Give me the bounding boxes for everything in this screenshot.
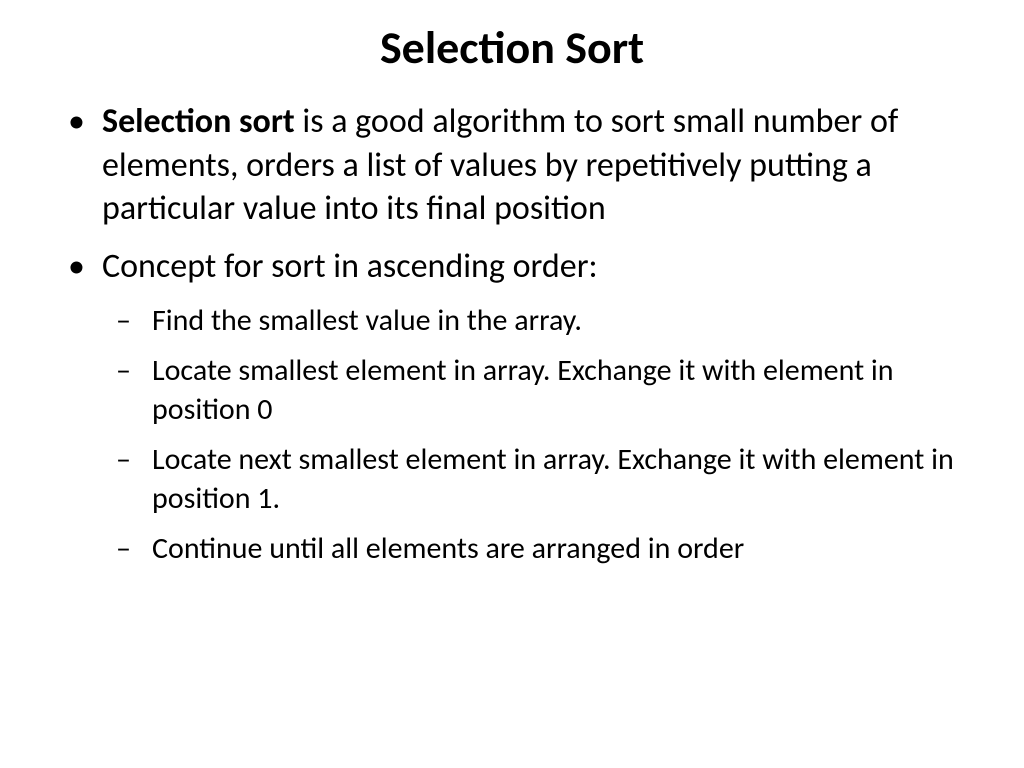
slide-title: Selection Sort bbox=[50, 20, 974, 76]
bullet-text: Find the smallest value in the array. bbox=[152, 302, 582, 339]
bullet-sub-item-2: Locate smallest element in array. Exchan… bbox=[50, 352, 974, 429]
bullet-text: Concept for sort in ascending order: bbox=[102, 246, 598, 287]
bullet-text: Locate smallest element in array. Exchan… bbox=[152, 352, 894, 427]
bullet-sub-item-4: Continue until all elements are arranged… bbox=[50, 530, 974, 568]
bullet-text: Locate next smallest element in array. E… bbox=[152, 441, 954, 516]
bullet-sub-item-3: Locate next smallest element in array. E… bbox=[50, 441, 974, 518]
bullet-item-2: Concept for sort in ascending order: bbox=[50, 245, 974, 289]
bullet-list: Selection sort is a good algorithm to so… bbox=[50, 100, 974, 568]
bullet-sub-item-1: Find the smallest value in the array. bbox=[50, 302, 974, 340]
bullet-item-1: Selection sort is a good algorithm to so… bbox=[50, 100, 974, 231]
bullet-bold-lead: Selection sort bbox=[102, 101, 295, 142]
bullet-text: Continue until all elements are arranged… bbox=[152, 530, 744, 567]
